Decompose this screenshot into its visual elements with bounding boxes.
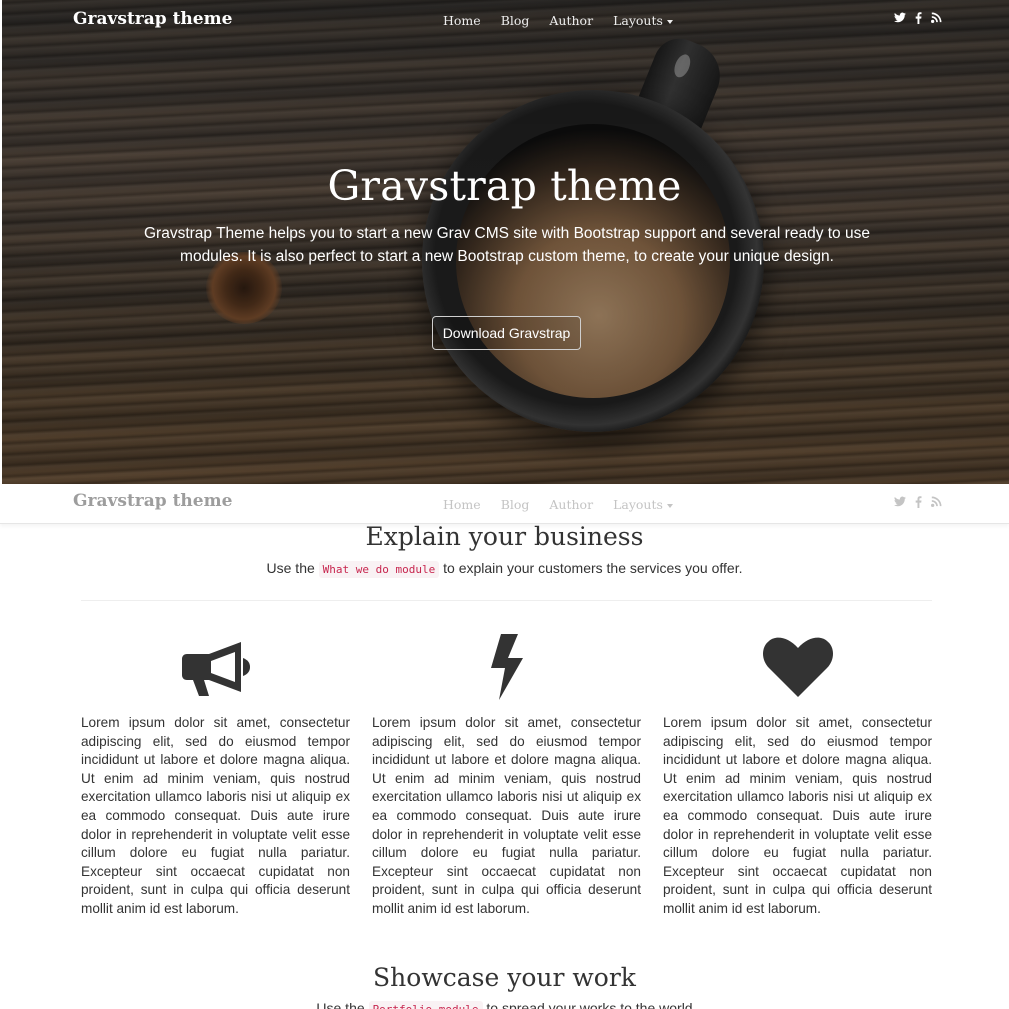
navbar-brand[interactable]: Gravstrap theme bbox=[73, 491, 232, 511]
bullhorn-icon bbox=[81, 630, 350, 704]
nav-home[interactable]: Home bbox=[443, 497, 481, 512]
navbar-links: Home Blog Author Layouts bbox=[443, 497, 693, 512]
top-navbar: Gravstrap theme Home Blog Author Layouts bbox=[0, 0, 1009, 40]
feature-text: Lorem ipsum dolor sit amet, consectetur … bbox=[81, 715, 350, 916]
hero-title: Gravstrap theme bbox=[327, 162, 682, 210]
heart-icon bbox=[663, 630, 932, 704]
feature-column: Lorem ipsum dolor sit amet, consectetur … bbox=[81, 630, 350, 919]
social-links bbox=[894, 12, 942, 24]
nav-layouts-dropdown[interactable]: Layouts bbox=[613, 13, 673, 28]
business-title: Explain your business bbox=[365, 522, 644, 551]
chevron-down-icon bbox=[666, 503, 673, 508]
rss-icon[interactable] bbox=[931, 12, 942, 24]
business-subtitle: Use the What we do module to explain you… bbox=[266, 560, 743, 578]
social-links bbox=[894, 496, 942, 508]
nav-blog[interactable]: Blog bbox=[501, 497, 530, 512]
sticky-navbar: Gravstrap theme Home Blog Author Layouts bbox=[0, 484, 1009, 524]
feature-text: Lorem ipsum dolor sit amet, consectetur … bbox=[372, 715, 641, 916]
module-code: What we do module bbox=[318, 561, 440, 578]
download-button[interactable]: Download Gravstrap bbox=[432, 316, 581, 350]
module-code: Portfolio module bbox=[368, 1001, 483, 1009]
feature-column: Lorem ipsum dolor sit amet, consectetur … bbox=[372, 630, 641, 919]
nav-author[interactable]: Author bbox=[549, 13, 593, 28]
twitter-icon[interactable] bbox=[894, 12, 906, 24]
facebook-icon[interactable] bbox=[915, 12, 922, 24]
chevron-down-icon bbox=[666, 19, 673, 24]
showcase-title: Showcase your work bbox=[373, 963, 636, 992]
feature-column: Lorem ipsum dolor sit amet, consectetur … bbox=[663, 630, 932, 919]
navbar-links: Home Blog Author Layouts bbox=[443, 13, 693, 28]
bolt-icon bbox=[372, 630, 641, 704]
twitter-icon[interactable] bbox=[894, 496, 906, 508]
navbar-brand[interactable]: Gravstrap theme bbox=[73, 9, 232, 29]
facebook-icon[interactable] bbox=[915, 496, 922, 508]
nav-layouts-dropdown[interactable]: Layouts bbox=[613, 497, 673, 512]
hero-description: Gravstrap Theme helps you to start a new… bbox=[144, 225, 870, 265]
divider bbox=[81, 600, 932, 601]
rss-icon[interactable] bbox=[931, 496, 942, 508]
nav-home[interactable]: Home bbox=[443, 13, 481, 28]
feature-text: Lorem ipsum dolor sit amet, consectetur … bbox=[663, 715, 932, 916]
nav-author[interactable]: Author bbox=[549, 497, 593, 512]
showcase-subtitle: Use the Portfolio module to spread your … bbox=[0, 1000, 1009, 1009]
nav-blog[interactable]: Blog bbox=[501, 13, 530, 28]
